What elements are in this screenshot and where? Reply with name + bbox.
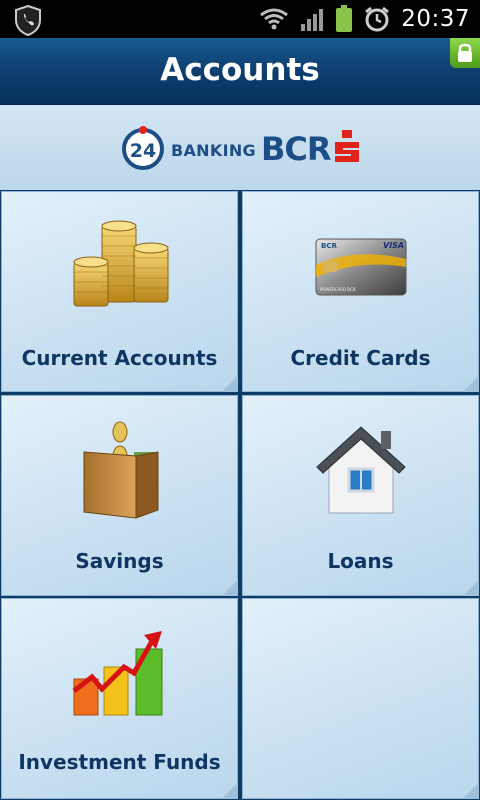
wallet-icon	[83, 421, 159, 519]
bcr-s-logo-icon	[335, 130, 359, 162]
alarm-icon	[365, 6, 390, 32]
tile-label: Investment Funds	[18, 750, 221, 774]
corner-fold	[222, 376, 238, 392]
tile-label: Loans	[327, 549, 394, 573]
status-bar: 20:37	[0, 0, 480, 38]
wifi-icon	[260, 8, 289, 30]
bank-name: BCR	[261, 130, 332, 168]
tile-investment-funds[interactable]: Investment Funds	[1, 598, 238, 799]
tile-label: Current Accounts	[21, 346, 218, 370]
accounts-menu-grid: Current Accounts BCR VISA POWERCARD BCR …	[0, 190, 480, 800]
badge-number: 24	[130, 140, 156, 162]
badge-label: BANKING	[171, 141, 256, 160]
signal-icon	[301, 9, 324, 31]
card-network: VISA	[383, 241, 404, 250]
corner-fold	[463, 783, 479, 799]
24-banking-logo-icon: 24	[122, 126, 164, 170]
corner-fold	[463, 580, 479, 596]
security-shield-icon	[15, 4, 41, 36]
status-time: 20:37	[401, 6, 470, 32]
house-icon	[316, 426, 406, 514]
tile-empty	[242, 598, 479, 799]
brand-logo-strip: 24 BANKING BCR	[0, 105, 480, 190]
lock-button[interactable]	[450, 38, 480, 68]
card-caption: POWERCARD BCR	[320, 287, 356, 292]
page-title: Accounts	[160, 52, 320, 88]
tile-label: Savings	[75, 549, 164, 573]
battery-icon	[336, 5, 353, 32]
tile-credit-cards[interactable]: BCR VISA POWERCARD BCR Credit Cards	[242, 191, 479, 392]
corner-fold	[222, 783, 238, 799]
tile-loans[interactable]: Loans	[242, 395, 479, 596]
card-brand: BCR	[321, 242, 337, 250]
title-bar: Accounts	[0, 38, 480, 105]
tile-label: Credit Cards	[290, 346, 431, 370]
tile-savings[interactable]: Savings	[1, 395, 238, 596]
lock-icon	[458, 43, 472, 62]
corner-fold	[222, 580, 238, 596]
credit-card-icon: BCR VISA POWERCARD BCR	[315, 238, 407, 296]
coins-icon	[73, 220, 169, 307]
tile-current-accounts[interactable]: Current Accounts	[1, 191, 238, 392]
corner-fold	[463, 376, 479, 392]
growth-chart-icon	[72, 631, 163, 716]
